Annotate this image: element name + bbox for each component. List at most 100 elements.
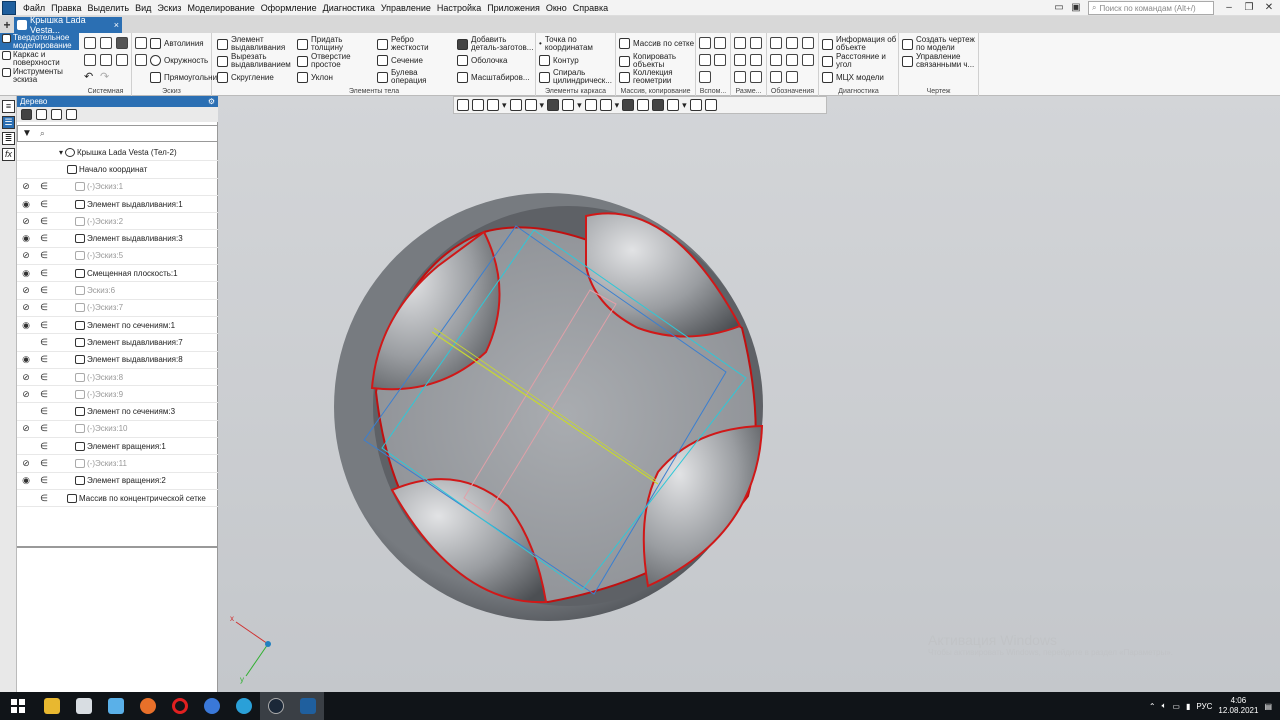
taskbar-kompas[interactable] [292, 692, 324, 720]
tree-filter-bar[interactable]: ▼ ⌕ [17, 125, 218, 142]
expand-arrow-icon[interactable]: ▾ [59, 148, 63, 157]
section-view-icon[interactable] [637, 99, 650, 111]
minimize-icon[interactable]: – [1222, 1, 1236, 14]
tree-row[interactable]: ∈ Элемент вращения:1 [17, 438, 218, 456]
linear-dim-icon[interactable] [734, 37, 746, 49]
menu-window[interactable]: Окно [543, 0, 570, 16]
network-icon[interactable]: ▭ [1172, 702, 1180, 711]
menu-file[interactable]: Файл [20, 0, 48, 16]
visibility-icon[interactable]: ⊘ [17, 216, 35, 227]
distance-angle-tool[interactable]: Расстояние и угол [822, 53, 898, 69]
visibility-icon[interactable]: ⊘ [17, 389, 35, 400]
boolean-tool[interactable]: Булева операция [377, 69, 439, 85]
taskbar-opera[interactable] [164, 692, 196, 720]
view-orientation-icon[interactable] [547, 99, 560, 111]
visibility-icon[interactable]: ◉ [17, 475, 35, 486]
geometry-collection-tool[interactable]: Коллекция геометрии [619, 69, 695, 85]
roughness-icon[interactable] [786, 37, 798, 49]
taskbar-explorer[interactable] [36, 692, 68, 720]
base-icon[interactable] [802, 37, 814, 49]
aux-axis-icon[interactable] [699, 37, 711, 49]
relation-icon[interactable]: ∈ [35, 406, 53, 417]
tree-row[interactable]: ◉ ∈ Смещенная плоскость:1 [17, 265, 218, 283]
tree-root-row[interactable]: ▾ Крышка Lada Vesta (Тел-2) [17, 144, 218, 162]
visibility-icon[interactable]: ⊘ [17, 302, 35, 313]
leader-icon[interactable] [770, 37, 782, 49]
auto-dim-icon[interactable] [734, 71, 746, 83]
aux-line-icon[interactable] [699, 71, 711, 83]
visibility-icon[interactable]: ⊘ [17, 372, 35, 383]
notifications-icon[interactable]: ▤ [1264, 702, 1272, 711]
chevron-down-icon[interactable]: ▾ [540, 100, 545, 111]
properties-icon[interactable] [100, 54, 112, 66]
aux-plane-icon[interactable] [714, 37, 726, 49]
text-icon[interactable] [802, 54, 814, 66]
menu-select[interactable]: Выделить [85, 0, 133, 16]
helix-tool[interactable]: Спираль цилиндрическ... [539, 69, 615, 85]
mode-solid[interactable]: Твердотельное моделирование [0, 33, 79, 50]
tree-row[interactable]: ⊘ ∈ (-)Эскиз:8 [17, 369, 218, 387]
point-coords-tool[interactable]: • Точка по координатам [539, 36, 615, 52]
relation-icon[interactable]: ∈ [35, 181, 53, 192]
menu-sketch[interactable]: Эскиз [154, 0, 184, 16]
relation-icon[interactable]: ∈ [35, 199, 53, 210]
weld-icon[interactable] [786, 71, 798, 83]
view-rotate-icon[interactable] [524, 99, 537, 111]
taskbar-app-2[interactable] [68, 692, 100, 720]
snap-icon[interactable] [689, 99, 702, 111]
section-tool[interactable]: Сечение [377, 55, 423, 66]
panel-menu-icon[interactable]: ≡ [2, 100, 15, 113]
menu-design[interactable]: Оформление [258, 0, 320, 16]
radial-dim-icon[interactable] [750, 37, 762, 49]
view-iso-icon[interactable] [562, 99, 575, 111]
relation-icon[interactable]: ∈ [35, 389, 53, 400]
relation-icon[interactable]: ∈ [35, 493, 53, 504]
visibility-icon[interactable]: ⊘ [17, 250, 35, 261]
filter-icon[interactable]: ▼ [22, 128, 32, 139]
visibility-icon[interactable]: ◉ [17, 354, 35, 365]
shading-icon[interactable] [652, 99, 665, 111]
tolerance-icon[interactable] [770, 54, 782, 66]
taskbar-telegram[interactable] [228, 692, 260, 720]
menu-manage[interactable]: Управление [378, 0, 434, 16]
chevron-down-icon[interactable]: ▾ [615, 100, 620, 111]
hole-tool[interactable]: Отверстие простое [297, 53, 359, 69]
tree-row[interactable]: ⊘ ∈ (-)Эскиз:5 [17, 248, 218, 266]
tray-expand-icon[interactable]: ⌃ [1149, 702, 1156, 711]
menu-edit[interactable]: Правка [48, 0, 84, 16]
tree-row[interactable]: ∈ Массив по концентрической сетке [17, 490, 218, 508]
aux-point-icon[interactable] [699, 54, 711, 66]
tree-row[interactable]: ⊘ ∈ (-)Эскиз:2 [17, 213, 218, 231]
model-render[interactable]: x y [218, 96, 1280, 692]
relation-icon[interactable]: ∈ [35, 354, 53, 365]
grid-array-tool[interactable]: Массив по сетке [619, 38, 694, 49]
sketch-mode-icon[interactable] [135, 54, 147, 66]
circle-tool[interactable]: Окружность [150, 55, 208, 66]
view-select-icon[interactable] [457, 99, 469, 111]
new-tab-button[interactable]: + [0, 18, 14, 32]
tree-row[interactable]: Начало координат [17, 161, 218, 179]
command-search-input[interactable]: ⌕ Поиск по командам (Alt+/) [1088, 1, 1214, 15]
tree-row[interactable]: ◉ ∈ Элемент вращения:2 [17, 473, 218, 490]
tree-row[interactable]: ⊘ ∈ (-)Эскиз:9 [17, 386, 218, 404]
redo-icon[interactable]: ↷ [100, 70, 109, 83]
visibility-icon[interactable]: ◉ [17, 268, 35, 279]
shell-tool[interactable]: Оболочка [457, 55, 507, 66]
relation-icon[interactable]: ∈ [35, 372, 53, 383]
undo-icon[interactable]: ↶ [84, 70, 93, 83]
relation-icon[interactable]: ∈ [35, 268, 53, 279]
pencil-icon[interactable] [704, 99, 717, 111]
tree-row[interactable]: ◉ ∈ Элемент выдавливания:8 [17, 352, 218, 369]
relation-icon[interactable]: ∈ [35, 441, 53, 452]
autoline-tool[interactable]: Автолиния [150, 38, 204, 49]
contour-tool[interactable]: Контур [539, 55, 579, 66]
menu-settings[interactable]: Настройка [434, 0, 484, 16]
tree-row[interactable]: ⊘ ∈ (-)Эскиз:11 [17, 455, 218, 473]
relation-icon[interactable]: ∈ [35, 302, 53, 313]
visibility-icon[interactable]: ◉ [17, 233, 35, 244]
manage-linked-tool[interactable]: Управление связанными ч... [902, 53, 978, 69]
taskbar-chrome[interactable] [196, 692, 228, 720]
chevron-down-icon[interactable]: ▾ [682, 100, 687, 111]
document-tab[interactable]: Крышка Lada Vesta... × [14, 15, 122, 35]
open-doc-icon[interactable] [100, 37, 112, 49]
